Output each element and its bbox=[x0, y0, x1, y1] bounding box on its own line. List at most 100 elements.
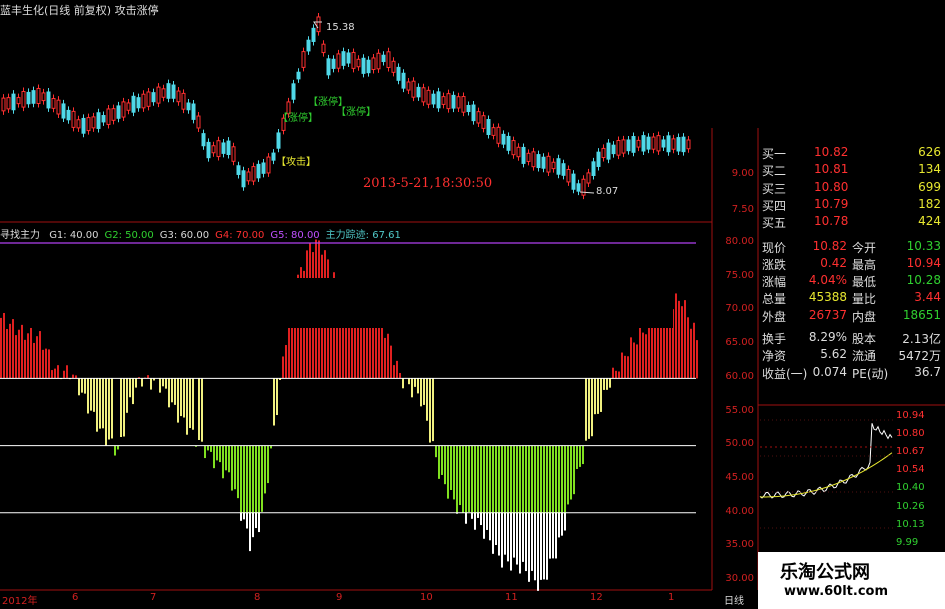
limit-up-tag: 【涨停】 bbox=[278, 113, 318, 124]
candle-body bbox=[371, 57, 376, 71]
indicator-bar bbox=[249, 512, 251, 552]
indicator-bar bbox=[546, 445, 548, 513]
stat-row: 现价 10.82 今开 10.33 bbox=[760, 239, 945, 256]
stat-row: 外盘 26737 内盘 18651 bbox=[760, 308, 945, 325]
indicator-bar bbox=[627, 356, 629, 379]
candle-body bbox=[516, 146, 521, 158]
bid-label: 买二 bbox=[762, 164, 787, 179]
intraday-y-tick: 10.13 bbox=[896, 518, 925, 530]
indicator-bar bbox=[57, 365, 59, 379]
indicator-bar bbox=[579, 445, 581, 467]
indicator-bar bbox=[471, 512, 473, 519]
redaction-box bbox=[274, 278, 673, 328]
indicator-bar bbox=[684, 300, 686, 379]
low-price-marker: 8.07 bbox=[596, 186, 619, 197]
indicator-bar bbox=[495, 445, 497, 513]
indicator-bar bbox=[207, 445, 209, 451]
fin-v1: 0.074 bbox=[812, 364, 847, 379]
indicator-bar bbox=[201, 378, 203, 442]
candle-body bbox=[361, 57, 366, 74]
candle-body bbox=[46, 91, 51, 109]
stat-l2: 量比 bbox=[852, 292, 877, 307]
candle-body bbox=[666, 135, 671, 153]
indicator-bar bbox=[15, 335, 17, 379]
indicator-y-tick: 40.00 bbox=[725, 505, 754, 517]
stat-l1: 涨幅 bbox=[762, 275, 787, 290]
fin-v1: 8.29% bbox=[808, 330, 847, 344]
candle-body bbox=[166, 83, 171, 99]
bid-volume: 134 bbox=[918, 162, 941, 177]
indicator-bar bbox=[228, 445, 230, 473]
indicator-bar bbox=[534, 445, 536, 513]
candle-body bbox=[191, 103, 196, 120]
candle-body bbox=[266, 156, 271, 174]
candle-body bbox=[326, 58, 331, 76]
stat-row: 涨跌 0.42 最高 10.94 bbox=[760, 256, 945, 273]
indicator-bar bbox=[474, 512, 476, 530]
candle-body bbox=[621, 139, 626, 154]
candle-body bbox=[431, 93, 436, 105]
candle-body bbox=[626, 139, 631, 152]
candle-body bbox=[426, 89, 431, 105]
bid-row: 买五 10.78 424 bbox=[760, 214, 945, 231]
stat-v2: 10.94 bbox=[906, 255, 941, 270]
indicator-param: G3: 60.00 bbox=[159, 230, 210, 241]
indicator-bar bbox=[237, 445, 239, 499]
candle-body bbox=[136, 97, 141, 109]
indicator-bar bbox=[498, 445, 500, 513]
indicator-bar bbox=[600, 378, 602, 412]
stat-v2: 10.28 bbox=[906, 273, 941, 288]
indicator-bar bbox=[264, 445, 266, 494]
candle-body bbox=[61, 103, 66, 119]
indicator-bar bbox=[555, 512, 557, 559]
fin-l2: 流通 bbox=[852, 349, 877, 364]
candle-body bbox=[591, 161, 596, 176]
indicator-bar bbox=[114, 445, 116, 456]
indicator-bar bbox=[282, 356, 284, 379]
indicator-bar bbox=[441, 445, 443, 475]
indicator-bar bbox=[477, 445, 479, 513]
indicator-bar bbox=[411, 378, 413, 398]
indicator-bar bbox=[474, 445, 476, 513]
intraday-price-line bbox=[759, 423, 893, 499]
indicator-bar bbox=[36, 336, 38, 379]
candle-body bbox=[291, 83, 296, 100]
candle-body bbox=[481, 115, 486, 129]
indicator-bar bbox=[468, 445, 470, 512]
indicator-bar bbox=[108, 378, 110, 440]
candle-body bbox=[31, 90, 36, 104]
indicator-bar bbox=[462, 445, 464, 513]
indicator-bar bbox=[576, 445, 578, 469]
candle-body bbox=[116, 105, 121, 119]
indicator-bar bbox=[423, 378, 425, 405]
period-label: 日线 bbox=[724, 596, 744, 607]
candle-body bbox=[476, 111, 481, 124]
intraday-y-tick: 10.26 bbox=[896, 500, 925, 512]
bid-label: 买三 bbox=[762, 181, 787, 196]
indicator-bar bbox=[198, 378, 200, 440]
indicator-bar bbox=[588, 378, 590, 439]
candle-body bbox=[111, 108, 116, 121]
fin-v2: 2.13亿 bbox=[902, 332, 941, 346]
candle-body bbox=[381, 54, 386, 63]
indicator-bar bbox=[216, 445, 218, 461]
candle-body bbox=[56, 99, 61, 115]
bid-price: 10.79 bbox=[814, 196, 849, 211]
high-price-marker: 15.38 bbox=[326, 22, 355, 33]
indicator-bar bbox=[525, 512, 527, 572]
indicator-bar bbox=[84, 378, 86, 394]
indicator-bar bbox=[24, 339, 26, 379]
indicator-bar bbox=[126, 378, 128, 413]
indicator-bar bbox=[513, 512, 515, 558]
indicator-bar bbox=[516, 445, 518, 513]
indicator-bar bbox=[90, 378, 92, 411]
bid-price: 10.82 bbox=[814, 145, 849, 159]
indicator-bar bbox=[45, 348, 47, 379]
candle-body bbox=[511, 140, 516, 156]
candle-body bbox=[236, 165, 241, 175]
indicator-bar bbox=[93, 378, 95, 412]
indicator-bar bbox=[81, 378, 83, 393]
candle-body bbox=[586, 172, 591, 184]
candle-body bbox=[211, 145, 216, 154]
indicator-bar bbox=[621, 352, 623, 379]
